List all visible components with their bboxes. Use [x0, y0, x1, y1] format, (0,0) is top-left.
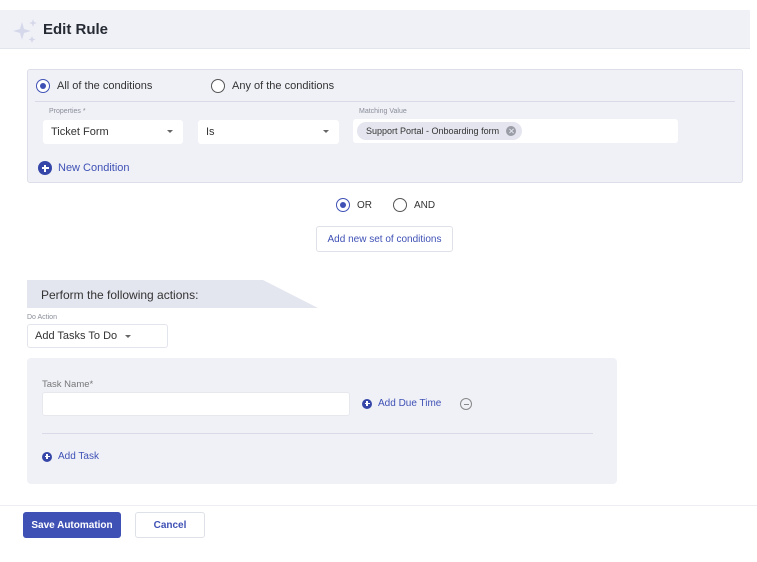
radio-any-conditions[interactable]: Any of the conditions: [211, 79, 334, 93]
radio-all-conditions[interactable]: All of the conditions: [36, 79, 152, 93]
actions-section-header: Perform the following actions:: [27, 280, 318, 308]
matching-value-input[interactable]: Support Portal - Onboarding form: [353, 119, 678, 143]
chevron-down-icon: [323, 130, 329, 133]
new-condition-button[interactable]: New Condition: [38, 161, 130, 175]
conditions-panel: All of the conditions Any of the conditi…: [27, 69, 743, 183]
remove-circle-icon[interactable]: [460, 398, 472, 410]
properties-label: Properties *: [49, 108, 86, 115]
chevron-down-icon: [125, 335, 131, 338]
footer-divider: [0, 505, 757, 506]
task-panel: Task Name* Add Due Time Add Task: [27, 358, 617, 484]
value-chip: Support Portal - Onboarding form: [357, 122, 523, 140]
add-task-button[interactable]: Add Task: [42, 451, 99, 462]
task-name-label: Task Name*: [42, 379, 94, 390]
cancel-button[interactable]: Cancel: [135, 512, 205, 538]
property-select-value: Ticket Form: [51, 126, 109, 138]
page-title: Edit Rule: [43, 21, 109, 38]
radio-unchecked-icon: [211, 79, 225, 93]
radio-or[interactable]: OR: [336, 198, 372, 212]
do-action-label: Do Action: [27, 314, 57, 321]
divider: [35, 101, 735, 102]
actions-section-title: Perform the following actions:: [41, 288, 199, 302]
radio-label: AND: [414, 199, 436, 211]
radio-label: Any of the conditions: [232, 80, 335, 92]
do-action-select[interactable]: Add Tasks To Do: [27, 324, 168, 348]
radio-label: All of the conditions: [57, 80, 153, 92]
add-circle-icon: [38, 161, 52, 175]
sparkle-icon: [13, 19, 37, 43]
page-header: Edit Rule: [0, 10, 750, 49]
operator-select[interactable]: Is: [198, 120, 339, 144]
radio-unchecked-icon: [393, 198, 407, 212]
add-circle-icon: [42, 451, 52, 462]
chip-label: Support Portal - Onboarding form: [366, 126, 500, 136]
do-action-value: Add Tasks To Do: [35, 330, 118, 342]
save-automation-button[interactable]: Save Automation: [23, 512, 121, 538]
matching-value-label: Matching Value: [359, 108, 407, 115]
add-due-time-button[interactable]: Add Due Time: [362, 398, 441, 409]
radio-checked-icon: [36, 79, 50, 93]
radio-checked-icon: [336, 198, 350, 212]
chevron-down-icon: [167, 130, 173, 133]
new-condition-label: New Condition: [58, 162, 130, 174]
property-select[interactable]: Ticket Form: [43, 120, 183, 144]
add-condition-set-button[interactable]: Add new set of conditions: [316, 226, 453, 252]
operator-select-value: Is: [206, 126, 215, 138]
task-name-input[interactable]: [42, 392, 350, 416]
remove-chip-icon[interactable]: [506, 126, 517, 136]
add-task-label: Add Task: [58, 451, 99, 462]
add-due-time-label: Add Due Time: [378, 398, 442, 409]
add-circle-icon: [362, 398, 372, 409]
divider: [42, 433, 593, 434]
radio-and[interactable]: AND: [393, 198, 435, 212]
radio-label: OR: [357, 199, 372, 211]
